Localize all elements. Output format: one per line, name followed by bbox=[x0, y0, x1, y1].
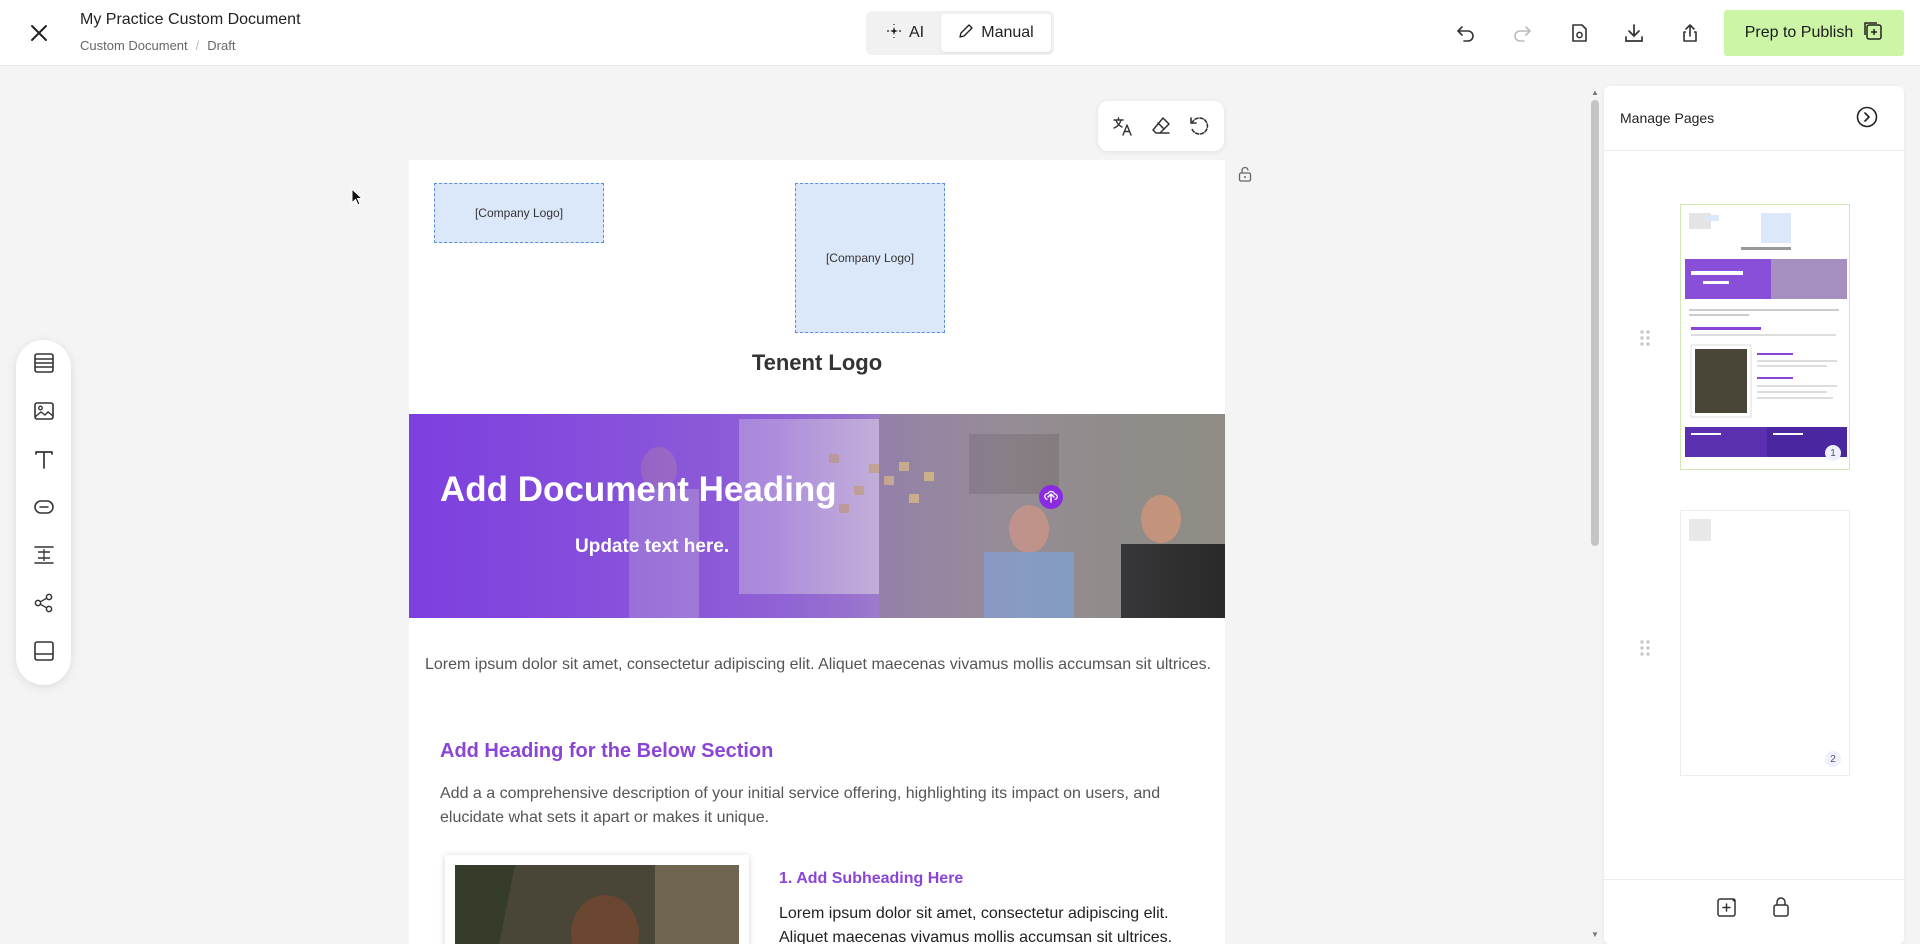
spacer-icon[interactable] bbox=[31, 542, 57, 568]
prep-to-publish-button[interactable]: Prep to Publish bbox=[1724, 10, 1904, 56]
company-logo-placeholder[interactable]: [Company Logo] bbox=[434, 183, 604, 243]
page-2-preview bbox=[1689, 519, 1711, 541]
person-photo bbox=[455, 865, 739, 944]
breadcrumb-separator: / bbox=[195, 38, 200, 53]
lock-icon[interactable] bbox=[1768, 894, 1794, 920]
tenant-logo-text[interactable]: Tenent Logo bbox=[409, 350, 1225, 376]
image-icon[interactable] bbox=[31, 398, 57, 424]
upload-image-icon[interactable] bbox=[1039, 485, 1063, 509]
undo-icon[interactable] bbox=[1453, 20, 1479, 46]
add-page-icon[interactable] bbox=[1714, 894, 1740, 920]
unlock-icon[interactable] bbox=[1235, 164, 1255, 184]
social-icon[interactable] bbox=[31, 590, 57, 616]
subheading[interactable]: 1. Add Subheading Here bbox=[779, 870, 963, 888]
top-bar: My Practice Custom Document Custom Docum… bbox=[0, 0, 1920, 66]
manual-mode-button[interactable]: Manual bbox=[941, 14, 1051, 52]
section-description[interactable]: Add a a comprehensive description of you… bbox=[440, 782, 1200, 830]
mouse-cursor-icon bbox=[351, 187, 365, 208]
banner-subtext[interactable]: Update text here. bbox=[575, 536, 729, 558]
scroll-down-icon[interactable]: ▼ bbox=[1590, 930, 1600, 940]
breadcrumb-item: Draft bbox=[207, 38, 236, 53]
document-title: My Practice Custom Document bbox=[80, 11, 301, 28]
section-image[interactable] bbox=[445, 855, 749, 944]
redo-icon[interactable] bbox=[1509, 20, 1535, 46]
close-icon[interactable] bbox=[26, 20, 52, 46]
text-icon[interactable] bbox=[31, 446, 57, 472]
banner-heading[interactable]: Add Document Heading bbox=[440, 470, 837, 510]
download-icon[interactable] bbox=[1621, 20, 1647, 46]
drag-handle-icon[interactable] bbox=[1638, 638, 1652, 658]
canvas-scrollbar[interactable]: ▲ ▼ bbox=[1590, 88, 1600, 944]
reset-icon[interactable] bbox=[1185, 112, 1213, 140]
element-palette bbox=[16, 340, 71, 685]
collapse-panel-icon[interactable] bbox=[1854, 104, 1880, 130]
page-1-preview bbox=[1685, 213, 1847, 457]
ai-mode-button[interactable]: AI bbox=[869, 14, 941, 52]
publish-icon bbox=[1863, 21, 1883, 46]
page-number-badge: 2 bbox=[1825, 751, 1841, 767]
pencil-icon bbox=[958, 23, 974, 44]
breadcrumb: Custom Document / Draft bbox=[80, 38, 235, 53]
mode-toggle: AI Manual bbox=[866, 11, 1054, 55]
ai-mode-label: AI bbox=[908, 24, 925, 41]
sparkle-icon bbox=[886, 23, 902, 44]
canvas-toolbar bbox=[1098, 101, 1224, 151]
page-thumbnail[interactable]: 2 bbox=[1680, 510, 1850, 776]
drag-handle-icon[interactable] bbox=[1638, 328, 1652, 348]
footer-icon[interactable] bbox=[31, 638, 57, 664]
scrollbar-thumb[interactable] bbox=[1591, 100, 1599, 546]
page-number-badge: 1 bbox=[1825, 445, 1841, 461]
hero-banner[interactable]: Add Document Heading Update text here. bbox=[409, 414, 1225, 618]
company-logo-placeholder[interactable]: [Company Logo] bbox=[795, 183, 945, 333]
section-heading[interactable]: Add Heading for the Below Section bbox=[440, 740, 773, 763]
logo-placeholder-label: [Company Logo] bbox=[825, 251, 915, 265]
translate-icon[interactable] bbox=[1109, 112, 1137, 140]
breadcrumb-item[interactable]: Custom Document bbox=[80, 38, 188, 53]
preview-icon[interactable] bbox=[1566, 20, 1592, 46]
scroll-up-icon[interactable]: ▲ bbox=[1590, 88, 1600, 98]
logo-placeholder-label: [Company Logo] bbox=[474, 206, 564, 220]
manage-pages-panel: Manage Pages 1 2 bbox=[1604, 86, 1904, 944]
share-icon[interactable] bbox=[1677, 20, 1703, 46]
intro-paragraph[interactable]: Lorem ipsum dolor sit amet, consectetur … bbox=[425, 653, 1215, 677]
banner-photo bbox=[409, 414, 1225, 618]
publish-label: Prep to Publish bbox=[1744, 24, 1854, 41]
manual-mode-label: Manual bbox=[981, 24, 1034, 41]
page-thumbnail[interactable]: 1 bbox=[1680, 204, 1850, 470]
divider bbox=[1604, 150, 1904, 151]
table-icon[interactable] bbox=[31, 350, 57, 376]
document-page: [Company Logo] [Company Logo] Tenent Log… bbox=[409, 160, 1225, 944]
manage-pages-title: Manage Pages bbox=[1620, 110, 1715, 126]
button-icon[interactable] bbox=[31, 494, 57, 520]
subheading-text[interactable]: Lorem ipsum dolor sit amet, consectetur … bbox=[779, 902, 1199, 944]
eraser-icon[interactable] bbox=[1147, 112, 1175, 140]
divider bbox=[1604, 879, 1904, 880]
